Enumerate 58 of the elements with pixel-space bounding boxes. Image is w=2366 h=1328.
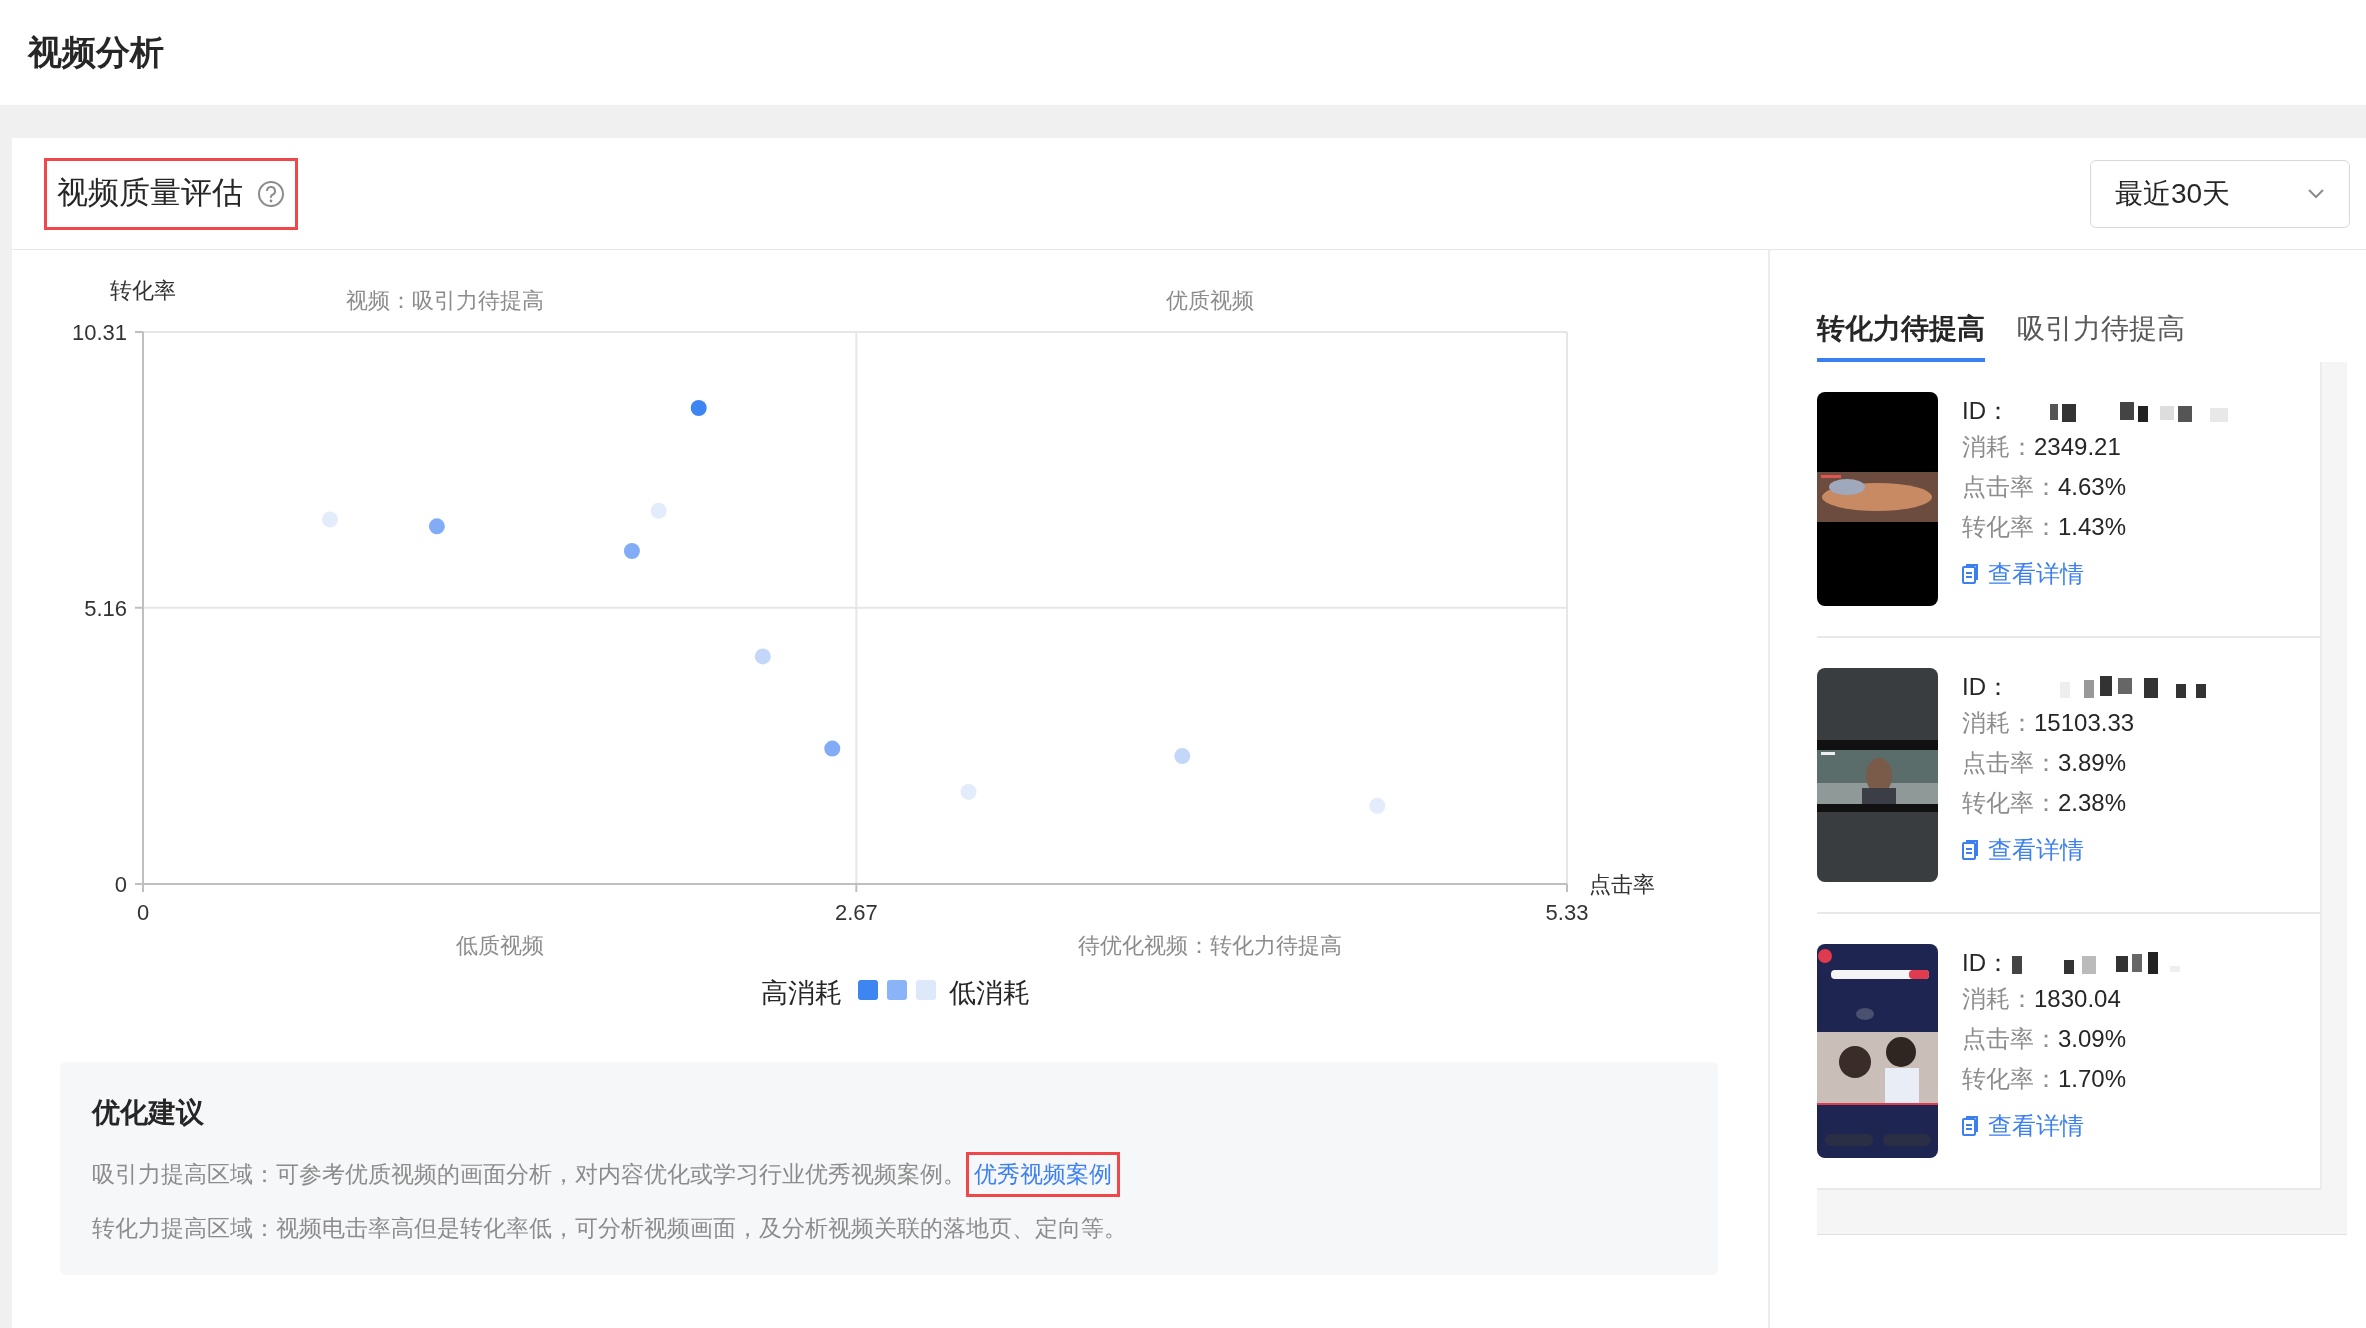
chevron-down-icon: [2307, 187, 2325, 200]
cost-label: 消耗：: [1962, 710, 2034, 736]
ctr-label: 点击率：: [1962, 1026, 2058, 1052]
suggestion-text: 转化力提高区域：视频电击率高但是转化率低，可分析视频画面，及分析视频关联的落地页、定向等。: [92, 1213, 1127, 1243]
cost-value: 2349.21: [2034, 434, 2121, 460]
card-title: 视频质量评估: [57, 174, 243, 213]
document-icon: [1962, 1116, 1978, 1136]
data-point[interactable]: [824, 740, 841, 757]
cvr-value: 2.38%: [2058, 790, 2127, 816]
date-range-dropdown[interactable]: 最近30天: [2090, 159, 2350, 228]
tab[interactable]: 转化力待提高: [1817, 308, 1985, 362]
cost-value: 1830.04: [2034, 986, 2121, 1012]
example-link[interactable]: 优秀视频案例: [966, 1152, 1120, 1197]
tab[interactable]: 吸引力待提高: [2017, 308, 2185, 362]
data-point[interactable]: [623, 543, 640, 559]
cvr-value: 1.43%: [2058, 514, 2127, 540]
suggestion-text: 吸引力提高区域：可参考优质视频的画面分析，对内容优化或学习行业优秀视频案例。: [92, 1160, 966, 1189]
id-label: ID：: [1962, 672, 2010, 702]
cost-label: 消耗：: [1962, 986, 2034, 1012]
ctr-value: 3.89%: [2058, 750, 2127, 776]
id-label: ID：: [1962, 948, 2010, 978]
x-tick-label: 5.33: [1545, 900, 1589, 925]
page-title: 视频分析: [28, 32, 164, 73]
cvr-label: 转化率：: [1962, 1066, 2058, 1092]
y-tick-label: 10.31: [71, 320, 127, 345]
ctr-value: 3.09%: [2058, 1026, 2127, 1052]
data-point[interactable]: [690, 400, 707, 417]
view-details-link[interactable]: 查看详情: [1962, 1108, 2236, 1144]
document-icon: [1962, 564, 1978, 584]
suggestion-title: 优化建议: [92, 1096, 205, 1130]
id-label: ID：: [1962, 396, 2010, 426]
cvr-value: 1.70%: [2058, 1066, 2127, 1092]
ctr-label: 点击率：: [1962, 750, 2058, 776]
x-tick-label: 2.67: [834, 900, 878, 925]
legend-label: 低消耗: [949, 978, 1030, 1008]
y-tick-label: 5.16: [84, 595, 127, 621]
y-tick-label: 0: [114, 872, 127, 897]
quadrant-label: 待优化视频：转化力待提高: [1078, 933, 1342, 958]
cvr-label: 转化率：: [1962, 790, 2058, 816]
cost-value: 15103.33: [2034, 710, 2135, 736]
view-details-link[interactable]: 查看详情: [1962, 556, 2236, 592]
cost-label: 消耗：: [1962, 434, 2034, 460]
y-axis-title: 转化率: [110, 278, 176, 303]
ctr-value: 4.63%: [2058, 474, 2127, 500]
cvr-label: 转化率：: [1962, 514, 2058, 540]
quadrant-label: 视频：吸引力待提高: [346, 288, 544, 313]
data-point[interactable]: [754, 648, 771, 665]
help-icon[interactable]: [257, 179, 285, 208]
quadrant-label: 优质视频: [1166, 288, 1254, 313]
view-details-link[interactable]: 查看详情: [1962, 832, 2236, 868]
data-point[interactable]: [1174, 748, 1191, 765]
data-point[interactable]: [428, 518, 445, 535]
legend-label: 高消耗: [761, 978, 842, 1008]
ctr-label: 点击率：: [1962, 474, 2058, 500]
quadrant-label: 低质视频: [456, 933, 544, 958]
x-axis-title: 点击率: [1589, 872, 1655, 897]
document-icon: [1962, 840, 1978, 860]
x-tick-label: 0: [136, 900, 150, 925]
